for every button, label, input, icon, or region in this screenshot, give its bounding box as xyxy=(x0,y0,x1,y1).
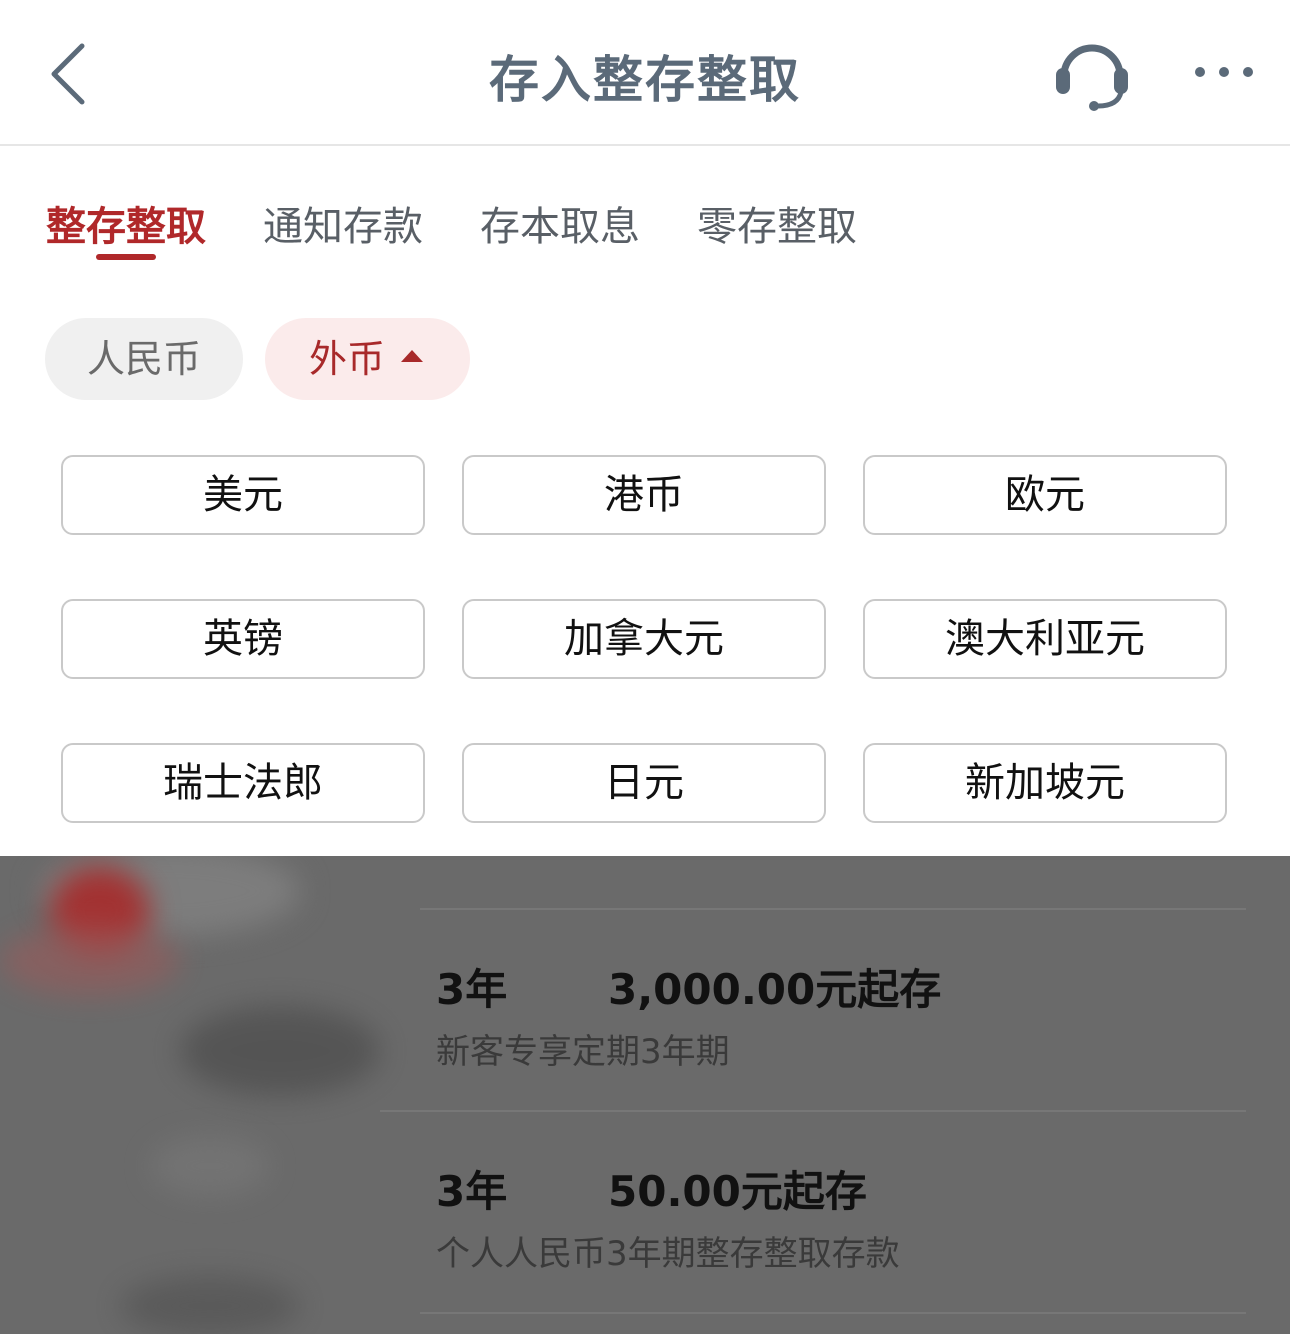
tab-interest-withdrawal[interactable]: 存本取息 xyxy=(480,194,640,252)
currency-option-usd[interactable]: 美元 xyxy=(61,455,425,535)
tab-notice-deposit[interactable]: 通知存款 xyxy=(263,194,423,252)
rmb-pill[interactable]: 人民币 xyxy=(45,318,243,400)
active-tab-indicator xyxy=(96,254,156,260)
headset-icon[interactable] xyxy=(1050,34,1134,114)
product-term: 3年 xyxy=(436,1167,508,1216)
currency-option-sgd[interactable]: 新加坡元 xyxy=(863,743,1227,823)
currency-option-jpy[interactable]: 日元 xyxy=(462,743,826,823)
product-term: 3年 xyxy=(436,965,508,1014)
currency-option-aud[interactable]: 澳大利亚元 xyxy=(863,599,1227,679)
tab-installment-deposit[interactable]: 零存整取 xyxy=(697,194,857,252)
currency-option-gbp[interactable]: 英镑 xyxy=(61,599,425,679)
currency-option-cad[interactable]: 加拿大元 xyxy=(462,599,826,679)
product-min-amount: 50.00元起存 xyxy=(608,1167,867,1216)
product-description: 个人人民币3年期整存整取存款 xyxy=(436,1234,900,1274)
caret-up-icon xyxy=(401,350,423,362)
foreign-currency-pill[interactable]: 外币 xyxy=(265,318,470,400)
currency-option-chf[interactable]: 瑞士法郎 xyxy=(61,743,425,823)
deposit-type-tabs: 整存整取 通知存款 存本取息 零存整取 xyxy=(0,146,1290,276)
product-min-amount: 3,000.00元起存 xyxy=(608,965,942,1014)
dimmed-overlay[interactable]: 3年 3,000.00元起存 新客专享定期3年期 3年 50.00元起存 个人人… xyxy=(0,856,1290,1334)
foreign-currency-pill-label: 外币 xyxy=(309,337,386,381)
tab-lump-sum[interactable]: 整存整取 xyxy=(46,194,206,252)
rmb-pill-label: 人民币 xyxy=(86,337,201,381)
currency-option-eur[interactable]: 欧元 xyxy=(863,455,1227,535)
product-description: 新客专享定期3年期 xyxy=(436,1032,730,1072)
more-dots-icon[interactable] xyxy=(1188,52,1260,92)
currency-option-hkd[interactable]: 港币 xyxy=(462,455,826,535)
top-bar: 存入整存整取 xyxy=(0,0,1290,146)
